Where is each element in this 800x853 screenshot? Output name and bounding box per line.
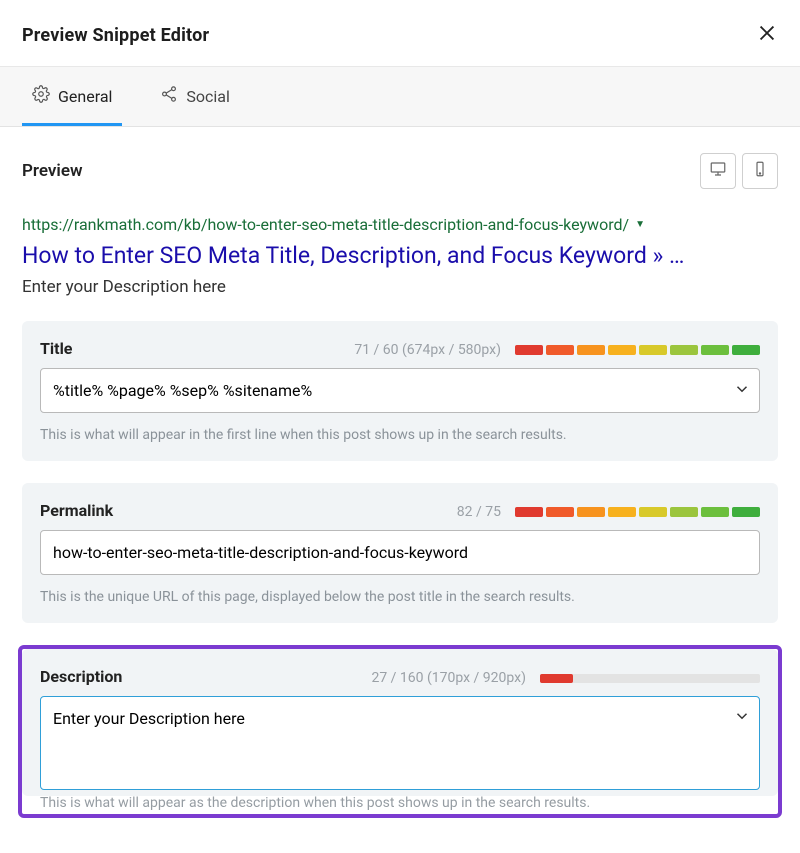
tab-general[interactable]: General xyxy=(22,67,122,126)
preview-section-label: Preview xyxy=(22,161,83,181)
chevron-down-icon[interactable] xyxy=(733,707,751,729)
permalink-counter: 82 / 75 xyxy=(457,504,501,520)
description-meter xyxy=(540,674,760,683)
tabs-bar: General Social xyxy=(0,67,800,127)
close-icon[interactable] xyxy=(756,22,778,48)
serp-preview-url: https://rankmath.com/kb/how-to-enter-seo… xyxy=(22,215,778,234)
desktop-icon xyxy=(709,160,727,182)
tab-general-label: General xyxy=(58,87,112,106)
permalink-input-wrap[interactable] xyxy=(40,530,760,575)
description-textarea[interactable] xyxy=(53,697,733,789)
tab-social[interactable]: Social xyxy=(150,67,239,126)
modal-title: Preview Snippet Editor xyxy=(22,25,209,46)
title-label: Title xyxy=(40,339,72,358)
preview-header-row: Preview xyxy=(22,153,778,189)
title-input[interactable] xyxy=(53,369,733,412)
serp-preview-title[interactable]: How to Enter SEO Meta Title, Description… xyxy=(22,242,778,269)
description-label: Description xyxy=(40,667,122,686)
tab-social-label: Social xyxy=(186,87,229,106)
device-toggle xyxy=(700,153,778,189)
title-panel: Title 71 / 60 (674px / 580px) This is wh… xyxy=(22,321,778,461)
description-helper: This is what will appear as the descript… xyxy=(22,794,778,814)
description-highlight: Description 27 / 160 (170px / 920px) Th xyxy=(18,645,782,818)
title-helper: This is what will appear in the first li… xyxy=(40,427,760,443)
permalink-panel: Permalink 82 / 75 This is the unique URL… xyxy=(22,483,778,623)
editor-content: Preview https://rankmath.com/kb/how-to-e… xyxy=(0,127,800,840)
gear-icon xyxy=(32,85,50,107)
description-input-wrap[interactable] xyxy=(40,696,760,790)
permalink-helper: This is the unique URL of this page, dis… xyxy=(40,589,760,605)
permalink-label: Permalink xyxy=(40,501,113,520)
permalink-meter xyxy=(515,507,760,517)
description-counter: 27 / 160 (170px / 920px) xyxy=(371,670,526,686)
title-input-wrap[interactable] xyxy=(40,368,760,413)
title-meter xyxy=(515,345,760,355)
snippet-editor-modal: Preview Snippet Editor General Social Pr… xyxy=(0,0,800,840)
permalink-input[interactable] xyxy=(53,531,751,574)
mobile-view-button[interactable] xyxy=(742,153,778,189)
title-counter: 71 / 60 (674px / 580px) xyxy=(354,342,501,358)
chevron-down-icon[interactable] xyxy=(733,380,751,402)
desktop-view-button[interactable] xyxy=(700,153,736,189)
modal-header: Preview Snippet Editor xyxy=(0,0,800,67)
share-icon xyxy=(160,85,178,107)
url-caret-icon: ▼ xyxy=(635,219,645,230)
serp-preview-description: Enter your Description here xyxy=(22,277,778,297)
description-panel: Description 27 / 160 (170px / 920px) xyxy=(22,649,778,796)
serp-preview-url-text: https://rankmath.com/kb/how-to-enter-seo… xyxy=(22,215,629,234)
mobile-icon xyxy=(751,160,769,182)
